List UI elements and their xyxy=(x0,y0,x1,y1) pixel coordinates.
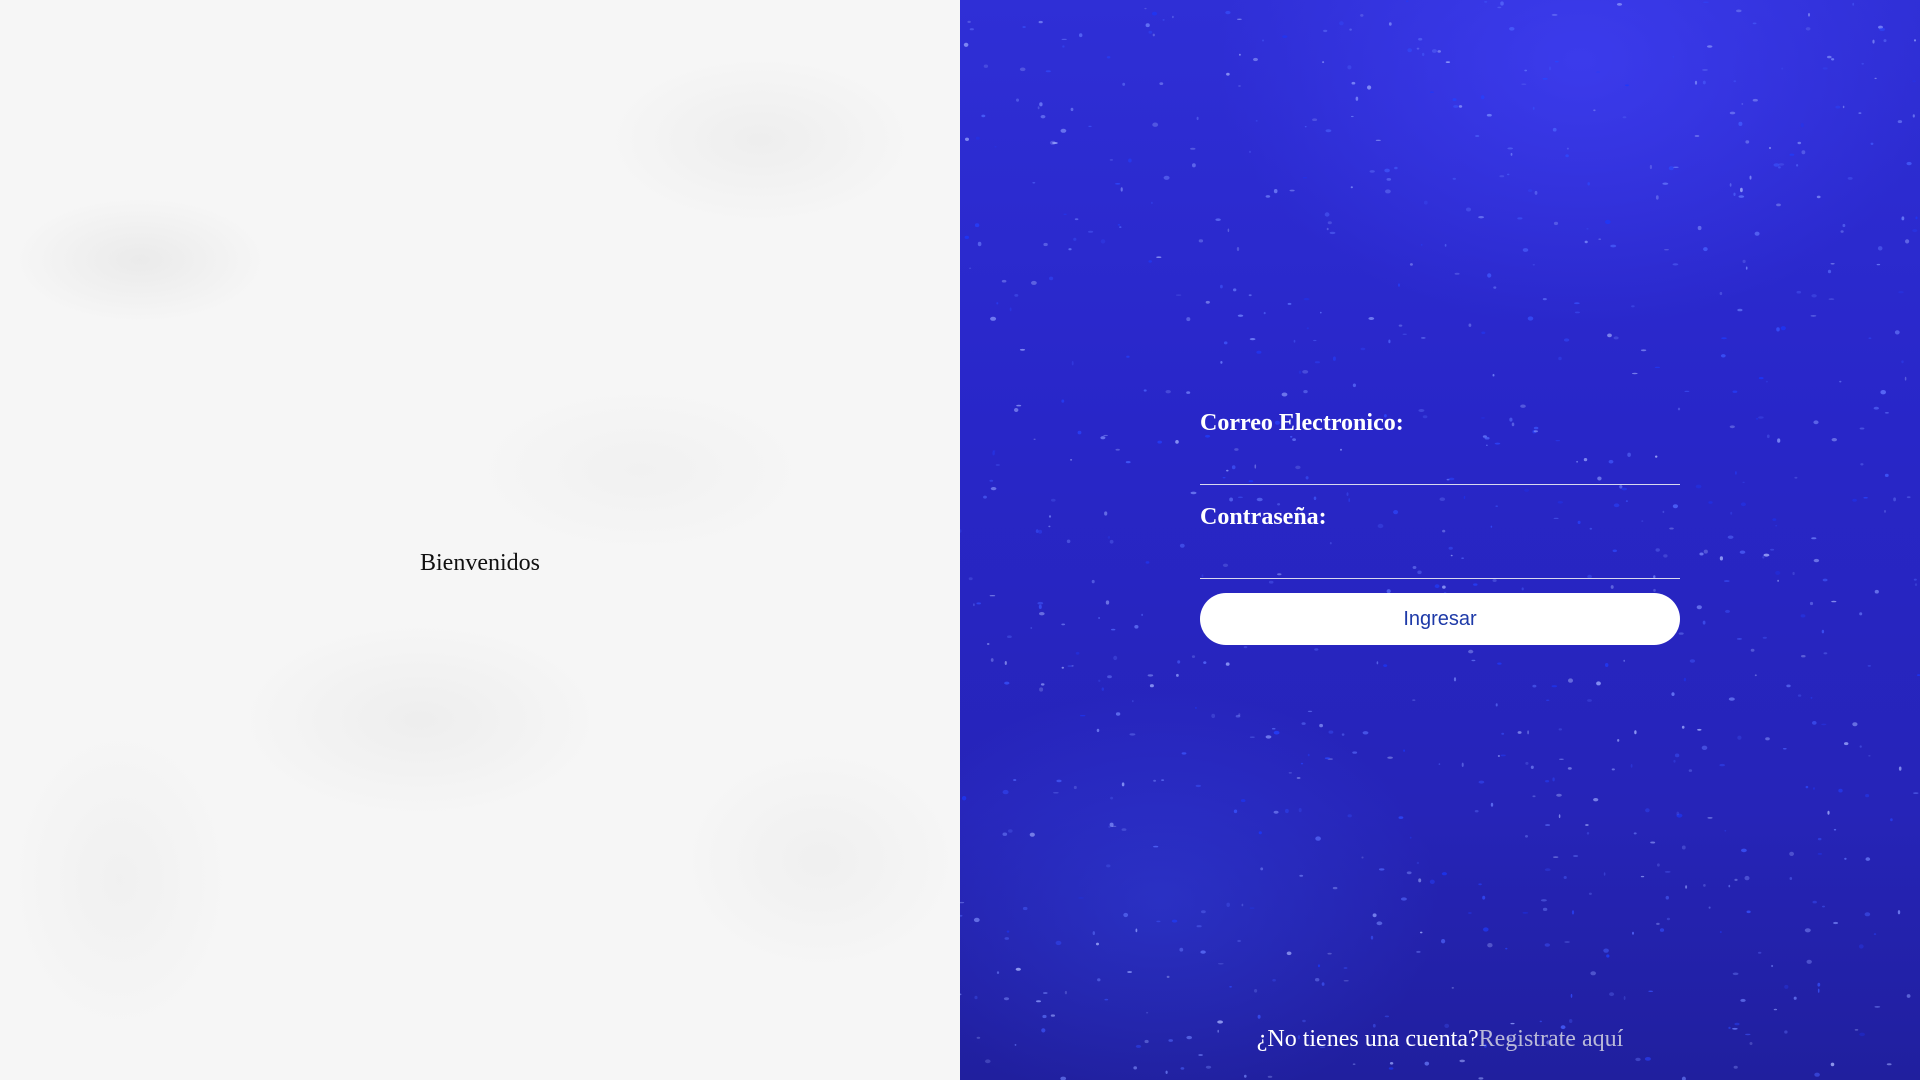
password-field[interactable] xyxy=(1200,535,1680,579)
register-prompt: ¿No tienes una cuenta?Registrate aquí xyxy=(960,1026,1920,1053)
register-prompt-text: ¿No tienes una cuenta? xyxy=(1256,1026,1479,1052)
login-form: Correo Electronico: Contraseña: Ingresar xyxy=(1200,405,1680,645)
welcome-text: Bienvenidos xyxy=(420,550,540,576)
email-label: Correo Electronico: xyxy=(1200,410,1404,436)
login-panel: Correo Electronico: Contraseña: Ingresar… xyxy=(960,0,1920,1080)
password-label: Contraseña: xyxy=(1200,504,1327,530)
welcome-panel: Bienvenidos xyxy=(0,0,960,1080)
register-link[interactable]: Registrate aquí xyxy=(1479,1026,1624,1052)
email-field[interactable] xyxy=(1200,441,1680,485)
login-button[interactable]: Ingresar xyxy=(1200,593,1680,645)
